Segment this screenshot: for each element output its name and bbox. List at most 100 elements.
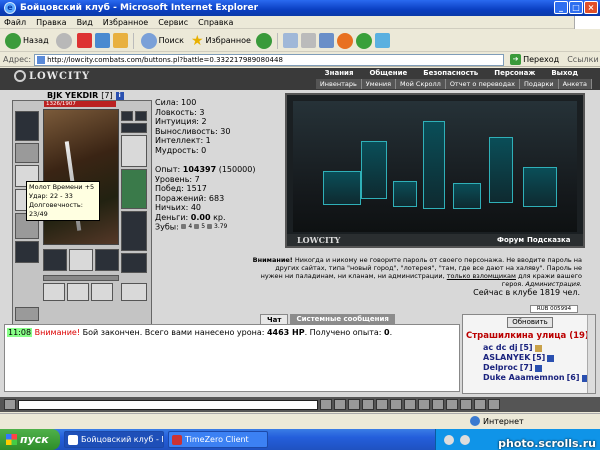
tab-system[interactable]: Системные сообщения (290, 314, 395, 324)
chat-mode-icon[interactable] (4, 399, 16, 410)
translit-icon[interactable] (390, 399, 402, 410)
messenger-icon[interactable] (336, 32, 353, 49)
go-button[interactable]: ➔ Переход (510, 54, 559, 65)
print-icon[interactable] (300, 33, 316, 48)
boots-slot[interactable] (121, 253, 147, 273)
tool-icon[interactable] (374, 33, 390, 48)
bag-slot[interactable] (15, 307, 39, 321)
start-button[interactable]: пуск (0, 429, 60, 450)
left-tower[interactable] (361, 141, 387, 199)
help-icon[interactable] (488, 399, 500, 410)
smile-icon[interactable] (348, 399, 360, 410)
nav-exit[interactable]: Выход (543, 68, 586, 79)
nav-character[interactable]: Персонаж (486, 68, 543, 79)
far-right-building[interactable] (523, 167, 557, 207)
small-building-2[interactable] (453, 183, 481, 209)
search-button[interactable]: Поиск (139, 32, 186, 50)
ring-slot-1[interactable] (121, 111, 133, 121)
subnav-skills[interactable]: Умения (362, 79, 397, 89)
filter-icon[interactable] (362, 399, 374, 410)
menu-help[interactable]: Справка (198, 18, 233, 27)
address-input[interactable]: http://lowcity.combats.com/buttons.pl?ba… (34, 53, 505, 66)
helmet-slot[interactable] (15, 111, 39, 141)
rune-slot-2[interactable] (67, 283, 89, 301)
tray-icon[interactable] (460, 434, 470, 445)
list-item[interactable]: ac dc dj [5] (483, 343, 589, 353)
nav-security[interactable]: Безопасность (415, 68, 486, 79)
list-item[interactable]: Delproc [7] (483, 363, 589, 373)
info-icon[interactable] (547, 354, 555, 362)
fight-icon[interactable] (404, 399, 416, 410)
subnav-transfers[interactable]: Отчет о переводах (446, 79, 520, 89)
rune-slot-1[interactable] (43, 283, 65, 301)
menu-favorites[interactable]: Избранное (103, 18, 148, 27)
bag-icon[interactable] (432, 399, 444, 410)
central-tower[interactable] (423, 121, 445, 209)
gloves-slot[interactable] (121, 135, 147, 167)
home-icon[interactable] (112, 33, 128, 48)
links-button[interactable]: Ссылки (567, 55, 598, 64)
slot-lower-3[interactable] (95, 249, 119, 271)
nav-communication[interactable]: Общение (361, 68, 415, 79)
clear-icon[interactable] (334, 399, 346, 410)
subnav-scroll[interactable]: Мой Скролл (396, 79, 446, 89)
nav-knowledge[interactable]: Знания (317, 68, 362, 79)
refresh-button[interactable]: Обновить (507, 317, 553, 328)
list-item[interactable]: Duke Aaamemnon [6] (483, 373, 589, 383)
status-bar: Интернет (0, 413, 600, 429)
favorites-button[interactable]: ★ Избранное (189, 32, 253, 50)
hint-link[interactable]: Подсказка (527, 236, 571, 244)
forum-link[interactable]: Форум (497, 236, 524, 244)
city-view[interactable] (293, 101, 577, 232)
globe-icon (470, 416, 480, 426)
forward-button[interactable] (54, 32, 74, 50)
tab-chat[interactable]: Чат (260, 314, 289, 324)
subnav-gifts[interactable]: Подарки (520, 79, 559, 89)
minimize-button[interactable]: _ (554, 1, 568, 14)
list-item[interactable]: ASLANYEK [5] (483, 353, 589, 363)
menu-file[interactable]: Файл (4, 18, 26, 27)
belt-slot[interactable] (15, 241, 39, 263)
slot-lower-1[interactable] (43, 249, 67, 271)
hackers-link[interactable]: только взломщикам (447, 272, 516, 280)
edit-icon[interactable] (318, 33, 334, 48)
stop-icon[interactable] (76, 33, 92, 48)
info-icon[interactable] (534, 364, 542, 372)
subnav-profile[interactable]: Анкета (559, 79, 592, 89)
map-icon[interactable] (446, 399, 458, 410)
small-building-1[interactable] (393, 181, 417, 207)
subnav-inventory[interactable]: Инвентарь (316, 79, 362, 89)
slot-lower-2[interactable] (69, 249, 93, 271)
menu-tools[interactable]: Сервис (158, 18, 188, 27)
far-left-building[interactable] (323, 171, 361, 205)
refresh-icon[interactable] (94, 33, 110, 48)
xp-strip (43, 275, 119, 281)
right-tower[interactable] (489, 137, 513, 203)
task-browser[interactable]: Бойцовский клуб - M... (64, 431, 164, 448)
maximize-button[interactable]: □ (569, 1, 583, 14)
settings-icon[interactable] (376, 399, 388, 410)
bracer-slot[interactable] (15, 143, 39, 163)
rune-slot-4[interactable] (121, 283, 147, 301)
media-icon[interactable] (255, 32, 272, 49)
amulet-slot[interactable] (121, 123, 147, 133)
mail-game-icon[interactable] (474, 399, 486, 410)
user-list-scrollbar[interactable] (587, 315, 595, 393)
menu-edit[interactable]: Правка (36, 18, 66, 27)
rune-slot-3[interactable] (91, 283, 113, 301)
task-timezero[interactable]: TimeZero Client (168, 431, 268, 448)
info-icon[interactable]: i (115, 91, 124, 100)
back-button[interactable]: Назад (3, 32, 51, 50)
legs-slot[interactable] (121, 211, 147, 251)
send-icon[interactable] (320, 399, 332, 410)
close-button[interactable]: × (584, 1, 598, 14)
clover-icon[interactable] (355, 32, 372, 49)
clan-icon[interactable] (460, 399, 472, 410)
mail-icon[interactable] (282, 33, 298, 48)
shield-slot[interactable] (121, 169, 147, 209)
tray-icon[interactable] (444, 434, 454, 445)
scroll-icon[interactable] (418, 399, 430, 410)
chat-input[interactable] (18, 399, 318, 410)
ring-slot-2[interactable] (135, 111, 147, 121)
menu-view[interactable]: Вид (77, 18, 93, 27)
